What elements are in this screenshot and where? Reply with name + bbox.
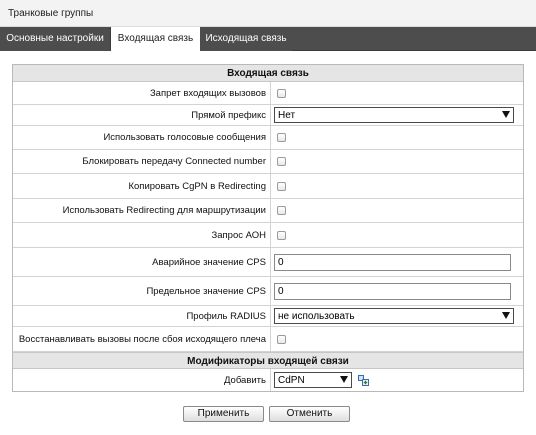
section-header-modifiers: Модификаторы входящей связи — [13, 352, 523, 369]
emergency-cps-input[interactable]: 0 — [274, 253, 511, 271]
modifier-type-value: CdPN — [278, 374, 305, 386]
chevron-down-icon — [340, 376, 348, 383]
label-redirecting-routing: Использовать Redirecting для маршрутизац… — [13, 199, 271, 222]
label-emergency-cps: Аварийное значение CPS — [13, 248, 271, 276]
block-incoming-checkbox[interactable] — [277, 88, 286, 98]
label-block-incoming: Запрет входящих вызовов — [13, 82, 271, 104]
label-radius-profile: Профиль RADIUS — [13, 306, 271, 326]
direct-prefix-value: Нет — [278, 109, 296, 121]
row-block-incoming: Запрет входящих вызовов — [13, 82, 523, 105]
tab-outgoing[interactable]: Исходящая связь — [200, 27, 292, 51]
add-modifier-icon[interactable] — [358, 374, 369, 386]
tab-basic-settings[interactable]: Основные настройки — [0, 27, 111, 51]
row-direct-prefix: Прямой префикс Нет — [13, 105, 523, 126]
direct-prefix-select[interactable]: Нет — [274, 107, 514, 123]
copy-cgpn-checkbox[interactable] — [277, 181, 286, 191]
row-aon-request: Запрос АОН — [13, 223, 523, 248]
row-voice-messages: Использовать голосовые сообщения — [13, 126, 523, 150]
restore-calls-checkbox[interactable] — [277, 334, 286, 344]
aon-request-checkbox[interactable] — [277, 230, 286, 240]
row-add-modifier: Добавить CdPN — [13, 369, 523, 391]
label-limit-cps: Предельное значение CPS — [13, 277, 271, 305]
label-direct-prefix: Прямой префикс — [13, 105, 271, 125]
row-limit-cps: Предельное значение CPS 0 — [13, 277, 523, 306]
label-restore-calls: Восстанавливать вызовы после сбоя исходя… — [13, 327, 271, 351]
label-aon-request: Запрос АОН — [13, 223, 271, 247]
block-connected-number-checkbox[interactable] — [277, 157, 286, 166]
radius-profile-select[interactable]: не использовать — [274, 308, 514, 324]
row-block-connected-number: Блокировать передачу Connected number — [13, 150, 523, 174]
modifier-type-select[interactable]: CdPN — [274, 372, 352, 388]
label-add-modifier: Добавить — [13, 369, 271, 391]
radius-profile-value: не использовать — [278, 310, 355, 322]
row-emergency-cps: Аварийное значение CPS 0 — [13, 248, 523, 277]
tab-incoming[interactable]: Входящая связь — [111, 27, 200, 52]
label-voice-messages: Использовать голосовые сообщения — [13, 126, 271, 149]
chevron-down-icon — [502, 111, 510, 118]
apply-button[interactable]: Применить — [183, 406, 264, 422]
redirecting-routing-checkbox[interactable] — [277, 206, 286, 215]
row-redirecting-routing: Использовать Redirecting для маршрутизац… — [13, 199, 523, 223]
row-copy-cgpn: Копировать CgPN в Redirecting — [13, 174, 523, 199]
row-restore-calls: Восстанавливать вызовы после сбоя исходя… — [13, 327, 523, 352]
page-title: Транковые группы — [0, 0, 536, 27]
incoming-settings-form: Входящая связь Запрет входящих вызовов П… — [12, 64, 524, 392]
voice-messages-checkbox[interactable] — [277, 133, 286, 142]
cancel-button[interactable]: Отменить — [269, 406, 350, 422]
row-radius-profile: Профиль RADIUS не использовать — [13, 306, 523, 327]
label-block-connected-number: Блокировать передачу Connected number — [13, 150, 271, 173]
chevron-down-icon — [502, 312, 510, 319]
limit-cps-input[interactable]: 0 — [274, 282, 511, 300]
section-header-incoming: Входящая связь — [13, 65, 523, 82]
label-copy-cgpn: Копировать CgPN в Redirecting — [13, 174, 271, 198]
tab-bar: Основные настройки Входящая связь Исходя… — [0, 27, 536, 52]
